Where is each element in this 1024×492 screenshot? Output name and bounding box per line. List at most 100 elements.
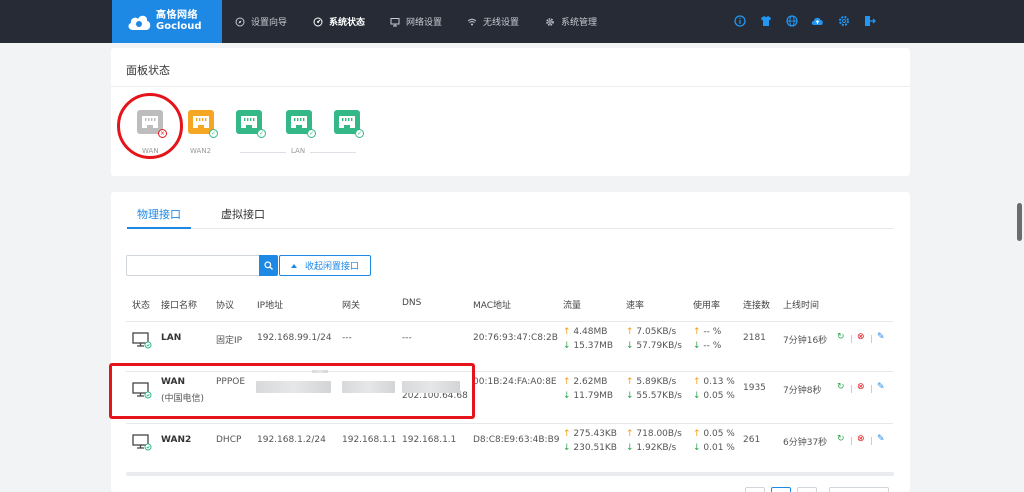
edit-icon[interactable]: ✎: [877, 382, 885, 392]
pagination-page[interactable]: [771, 487, 791, 492]
logout-icon[interactable]: [863, 14, 876, 27]
dashboard-icon: [313, 17, 323, 26]
traffic-download: ↓ 230.51KB: [563, 443, 617, 453]
connection-count: 2181: [743, 333, 766, 343]
arrow-down-icon: ↓: [563, 443, 574, 453]
nav-network-settings[interactable]: 网络设置: [390, 0, 442, 43]
cloud-upload-icon[interactable]: [811, 14, 824, 27]
interface-dns: ---: [402, 333, 412, 343]
search-input[interactable]: [126, 255, 259, 276]
panel-status-card: 面板状态: [111, 48, 910, 176]
usage-download: ↓ 0.05 %: [693, 391, 735, 401]
nav-wireless-settings[interactable]: 无线设置: [467, 0, 519, 43]
annotation-box: [109, 363, 475, 419]
edit-icon[interactable]: ✎: [877, 434, 885, 444]
interface-name: WAN2: [161, 435, 192, 445]
action-divider: [871, 385, 872, 393]
arrow-up-icon: ↑: [693, 429, 704, 439]
arrow-up-icon: ↑: [626, 327, 637, 337]
disconnect-icon[interactable]: ⊗: [857, 434, 865, 444]
monitor-status-icon: [132, 332, 152, 349]
tab-physical-interfaces[interactable]: 物理接口: [137, 206, 181, 222]
traffic-download-value: 11.79MB: [573, 391, 614, 401]
arrow-down-icon: ↓: [563, 391, 574, 401]
rate-download: ↓ 1.92KB/s: [626, 443, 676, 453]
globe-icon[interactable]: [785, 14, 798, 27]
column-header-mac: MAC地址: [473, 301, 512, 311]
rate-upload: ↑ 718.00B/s: [626, 429, 682, 439]
traffic-upload: ↑ 275.43KB: [563, 429, 617, 439]
horizontal-scrollbar[interactable]: [126, 472, 894, 476]
nav-label: 系统状态: [329, 18, 366, 28]
column-header-uptime: 上线时间: [783, 301, 820, 311]
traffic-upload-value: 4.48MB: [573, 327, 608, 337]
arrow-down-icon: ↓: [693, 341, 704, 351]
connection-count: 1935: [743, 383, 766, 393]
edit-icon[interactable]: ✎: [877, 332, 885, 342]
lan-group-line: [240, 152, 286, 153]
rate-upload: ↑ 5.89KB/s: [626, 377, 676, 387]
refresh-icon[interactable]: ↻: [837, 382, 845, 392]
nav-setup-wizard[interactable]: 设置向导: [235, 0, 287, 43]
action-divider: [851, 385, 852, 393]
interface-gateway: 192.168.1.1: [342, 435, 397, 445]
port-label-wan2: WAN2: [190, 147, 212, 155]
usage-upload-value: 0.05 %: [703, 429, 735, 439]
traffic-upload: ↑ 2.62MB: [563, 377, 607, 387]
arrow-up-icon: ↑: [693, 327, 704, 337]
pagination-prev[interactable]: [745, 487, 765, 492]
column-header-dns: DNS: [402, 298, 422, 308]
search-icon: [264, 261, 273, 270]
search-button[interactable]: [259, 255, 278, 276]
traffic-upload: ↑ 4.48MB: [563, 327, 607, 337]
refresh-icon[interactable]: ↻: [837, 434, 845, 444]
arrow-up-icon: ↑: [626, 429, 637, 439]
disconnect-icon[interactable]: ⊗: [857, 382, 865, 392]
ethernet-port-icon[interactable]: ✓: [334, 110, 364, 138]
tab-virtual-interfaces[interactable]: 虚拟接口: [221, 206, 265, 222]
panel-status-title: 面板状态: [126, 64, 170, 77]
rate-download-value: 55.57KB/s: [636, 391, 682, 401]
connection-count: 261: [743, 435, 761, 445]
ok-badge-icon: ✓: [307, 129, 316, 138]
rate-download: ↓ 57.79KB/s: [626, 341, 682, 351]
rate-upload: ↑ 7.05KB/s: [626, 327, 676, 337]
collapse-idle-interfaces-button[interactable]: 收起闲置接口: [279, 255, 371, 276]
nav-system-status[interactable]: 系统状态: [313, 0, 365, 43]
action-divider: [871, 437, 872, 445]
disconnect-icon[interactable]: ⊗: [857, 332, 865, 342]
interface-name: LAN: [161, 333, 182, 343]
settings-icon[interactable]: [837, 14, 850, 27]
caret-up-icon: [290, 263, 297, 268]
column-header-usage: 使用率: [693, 301, 721, 311]
column-header-protocol: 协议: [216, 301, 235, 311]
page-scrollbar[interactable]: [1017, 203, 1022, 241]
ethernet-port-icon[interactable]: ✓: [236, 110, 266, 138]
interface-gateway: ---: [342, 333, 352, 343]
top-navigation-bar: 高恪网络 Gocloud 设置向导 系统状态 网络设置 无线设置 系统管理: [0, 0, 1024, 43]
uptime: 7分钟16秒: [783, 336, 828, 346]
refresh-icon[interactable]: ↻: [837, 332, 845, 342]
rate-upload-value: 7.05KB/s: [636, 327, 677, 337]
uptime: 7分钟8秒: [783, 386, 822, 396]
ok-badge-icon: ✓: [355, 129, 364, 138]
shirt-icon[interactable]: [759, 14, 772, 27]
annotation-circle: [117, 93, 183, 159]
nav-label: 设置向导: [251, 18, 288, 28]
usage-download: ↓ 0.01 %: [693, 443, 735, 453]
arrow-up-icon: ↑: [563, 327, 574, 337]
lan-group-line: [310, 152, 356, 153]
pagination-size-select[interactable]: [829, 487, 889, 492]
info-icon[interactable]: [733, 14, 746, 27]
traffic-download: ↓ 15.37MB: [563, 341, 613, 351]
brand-name-cn: 高恪网络: [156, 10, 198, 21]
ethernet-port-icon[interactable]: ✓: [188, 110, 218, 138]
ethernet-port-icon[interactable]: ✓: [286, 110, 316, 138]
nav-system-management[interactable]: 系统管理: [545, 0, 597, 43]
interface-ip: 192.168.1.2/24: [257, 435, 326, 445]
pagination-next[interactable]: [797, 487, 817, 492]
brand-logo[interactable]: 高恪网络 Gocloud: [112, 0, 222, 43]
arrow-up-icon: ↑: [563, 377, 574, 387]
interface-protocol: 固定IP: [216, 336, 243, 346]
divider: [111, 86, 910, 87]
